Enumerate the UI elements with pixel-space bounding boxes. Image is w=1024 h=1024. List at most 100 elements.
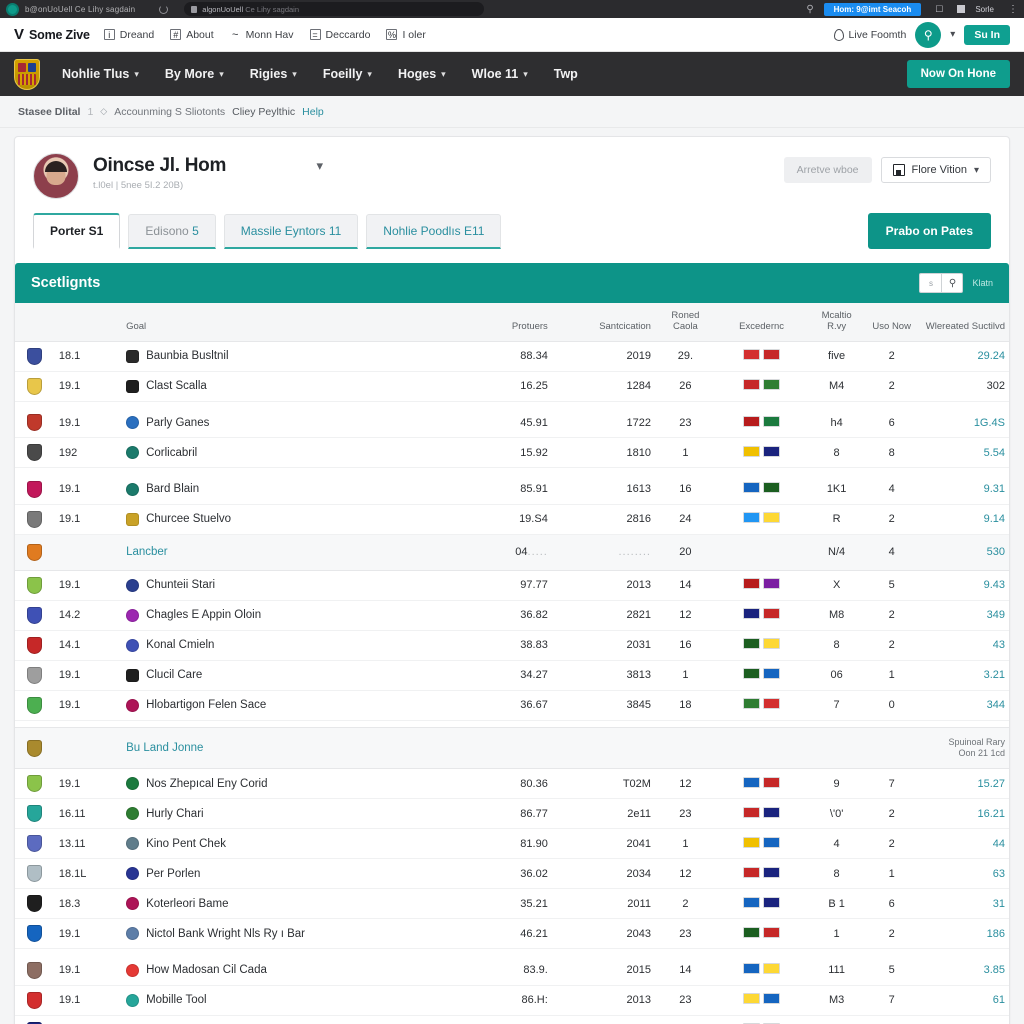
col-protuers[interactable]: Protuers xyxy=(455,303,552,342)
sign-in-button[interactable]: Su In xyxy=(964,24,1010,45)
now-on-hone-button[interactable]: Now On Hone xyxy=(906,60,1010,88)
table-row[interactable]: 19.1 Clast Scalla 16.25 1284 26 M4 2 302 xyxy=(15,371,1009,402)
chevron-down-icon[interactable]: ▾ xyxy=(317,158,324,174)
utility-link-dreand[interactable]: i Dreand xyxy=(103,29,154,41)
row-last-cell[interactable]: 15.27 xyxy=(917,768,1009,800)
row-last-cell[interactable]: 61 xyxy=(917,985,1009,1016)
breadcrumb-root[interactable]: Stasee Dlital xyxy=(18,106,80,118)
nav-item-twp[interactable]: Twp xyxy=(554,67,578,81)
row-last-cell[interactable]: 9.31 xyxy=(917,474,1009,505)
save-view-button[interactable]: Flore Vition ▾ xyxy=(880,157,991,183)
row-goal-cell[interactable]: Bard Blain xyxy=(104,474,456,505)
breadcrumb-help-link[interactable]: Help xyxy=(302,106,324,118)
nav-item-rigies[interactable]: Rigies ▾ xyxy=(250,67,297,81)
col-crest[interactable] xyxy=(15,303,55,342)
breadcrumb-leaf[interactable]: Cliey Peylthic xyxy=(232,106,295,118)
utility-link-monn-hav[interactable]: ~ Monn Hav xyxy=(230,29,294,41)
row-goal-cell[interactable]: Churcee Stuelvo xyxy=(104,504,456,535)
row-goal-cell[interactable]: Nos Zhepıcal Eny Corid xyxy=(104,768,456,800)
browser-tab-title[interactable]: b@onUoUell Ce Lihy sagdain xyxy=(25,5,135,14)
live-scores-link[interactable]: Live Foomth xyxy=(833,28,906,41)
table-row[interactable]: 18.1L Per Porlen 36.02 2034 12 8 1 63 xyxy=(15,858,1009,890)
section-link[interactable]: Klatn xyxy=(972,278,993,288)
chevron-down-icon[interactable]: ▾ xyxy=(950,29,955,40)
search-icon[interactable]: ⚲ xyxy=(806,4,813,15)
row-last-cell[interactable]: 302 xyxy=(917,371,1009,402)
search-icon[interactable]: ⚲ xyxy=(941,273,964,293)
row-goal-cell[interactable]: Parly Ganes xyxy=(104,408,456,439)
col-santcication[interactable]: Santcication xyxy=(551,303,655,342)
table-row[interactable]: 18.3 Koterleori Bame 35.21 2011 2 B 1 6 31 xyxy=(15,888,1009,920)
kebab-menu-icon[interactable]: ⋮ xyxy=(1008,4,1018,15)
row-last-cell[interactable]: 43 xyxy=(917,630,1009,661)
filter-input[interactable]: s xyxy=(919,273,942,293)
table-row[interactable]: 19.1 How Madosan Cil Cada 83.9. 2015 14 111 5 3… xyxy=(15,955,1009,986)
club-crest-icon[interactable] xyxy=(14,58,40,90)
table-row[interactable]: 19.1 Churcee Stuelvo 19.S4 2816 24 R 2 9.14 xyxy=(15,504,1009,535)
table-row[interactable]: 19.1 Mobille Tool 86.H: 2013 23 M3 7 61 xyxy=(15,985,1009,1016)
col-rank[interactable] xyxy=(54,303,105,342)
utility-link-about[interactable]: # About xyxy=(170,29,214,41)
row-last-cell[interactable]: 44 xyxy=(917,828,1009,860)
table-row[interactable]: 19.1 Parly Ganes 45.91 1722 23 h4 6 1G.4S xyxy=(15,408,1009,439)
table-row[interactable]: 14.2 Chagles E Appin Oloin 36.82 2821 12 M8 2 3… xyxy=(15,600,1009,631)
row-last-cell[interactable]: 5.54 xyxy=(917,437,1009,469)
row-goal-cell[interactable]: Chagles E Appin Oloin xyxy=(104,600,456,631)
search-icon[interactable]: ⚲ xyxy=(915,21,942,48)
row-last-cell[interactable]: 31 xyxy=(917,888,1009,920)
col-excedernc[interactable]: Excedernc xyxy=(715,303,808,342)
row-last-cell[interactable]: 84 xyxy=(917,1015,1009,1024)
row-goal-cell[interactable]: Hlobartigon Felen Sace xyxy=(104,690,456,721)
row-goal-cell[interactable]: Konal Cmieln xyxy=(104,630,456,661)
nav-item-wloe-11[interactable]: Wloe 11 ▾ xyxy=(472,67,528,81)
row-last-cell[interactable]: 29.24 xyxy=(917,341,1009,372)
table-row[interactable]: 16.11 Hurly Chari 86.77 2e11 23 \'0' 2 16.21 xyxy=(15,798,1009,830)
col-goal[interactable]: Goal xyxy=(104,303,456,342)
row-goal-cell[interactable]: Hurly Chari xyxy=(104,798,456,830)
nav-item-by-more[interactable]: By More ▾ xyxy=(165,67,224,81)
row-last-cell[interactable]: 63 xyxy=(917,858,1009,890)
site-logo[interactable]: V Some Zive xyxy=(14,27,90,42)
tab-porter[interactable]: Porter S1 xyxy=(33,213,121,249)
extensions-icon[interactable]: ☐ xyxy=(935,4,943,15)
group-label-cell[interactable]: Bu Land Jonne xyxy=(104,726,456,770)
omnibox-suggestion-highlight[interactable]: Hom: 9@imt Seacoh xyxy=(823,2,922,16)
table-row[interactable]: 19.1 Nictol Bank Wright Nls Ry ı Bar 46.21… xyxy=(15,918,1009,950)
table-row[interactable]: 19.1 Nos Zhepıcal Eny Corid 80.36 T02M 12 9 7 1… xyxy=(15,768,1009,800)
utility-link-ioler[interactable]: % I oler xyxy=(386,29,426,41)
row-goal-cell[interactable]: Mobille Tool xyxy=(104,985,456,1016)
nav-item-foeilly[interactable]: Foeilly ▾ xyxy=(323,67,372,81)
table-row[interactable]: 19.1 Hlobartigon Felen Sace 36.67 3845 18 7 0 3… xyxy=(15,690,1009,721)
nav-item-hoges[interactable]: Hoges ▾ xyxy=(398,67,446,81)
row-last-cell[interactable]: 1G.4S xyxy=(917,408,1009,439)
prabo-on-pates-button[interactable]: Prabo on Pates xyxy=(867,213,991,249)
row-goal-cell[interactable]: Kino Pent Chek xyxy=(104,828,456,860)
row-last-cell[interactable]: 3.21 xyxy=(917,660,1009,691)
row-last-cell[interactable]: 186 xyxy=(917,918,1009,950)
row-goal-cell[interactable]: Clast Scalla xyxy=(104,371,456,402)
reload-icon[interactable] xyxy=(159,4,169,14)
browser-profile-label[interactable]: Sorle xyxy=(975,5,994,14)
col-wlereated-suctilvd[interactable]: Wlereated Suctilvd xyxy=(917,303,1009,342)
table-row[interactable]: 18.1 Baunbia Busltnil 88.34 2019 29. five 2 29.… xyxy=(15,341,1009,372)
archive-button[interactable]: Arretve wboe xyxy=(783,157,872,183)
row-goal-cell[interactable]: Baunbia Busltnil xyxy=(104,341,456,372)
row-goal-cell[interactable]: Clucil Care xyxy=(104,660,456,691)
row-last-cell[interactable]: 3.85 xyxy=(917,955,1009,986)
row-goal-cell[interactable]: Chunteii Stari xyxy=(104,570,456,601)
utility-link-deccardo[interactable]: = Deccardo xyxy=(309,29,370,41)
row-last-cell[interactable]: 349 xyxy=(917,600,1009,631)
row-last-cell[interactable]: 16.21 xyxy=(917,798,1009,830)
table-row[interactable]: 19.1 Clucil Care 34.27 3813 1 06 1 3.21 xyxy=(15,660,1009,691)
table-group-row[interactable]: Bu Land Jonne Spuinoal Rary Oon 21 1cd xyxy=(15,726,1009,770)
table-row[interactable]: 19.1 Bard Blain 85.91 1613 16 1K1 4 9.31 xyxy=(15,474,1009,505)
row-goal-cell[interactable]: Per Porlen xyxy=(104,858,456,890)
breadcrumb-middle[interactable]: Accounming S Sliotonts xyxy=(114,106,225,118)
table-row[interactable]: 192 Corlicabril 15.92 1810 1 8 8 5.54 xyxy=(15,437,1009,469)
row-goal-cell[interactable]: How Madosan Cil Cada xyxy=(104,955,456,986)
table-group-row[interactable]: Lancber 04............. 20 N/4 4 530 xyxy=(15,533,1009,571)
nav-item-nohlie-tlus[interactable]: Nohlie Tlus ▾ xyxy=(62,67,139,81)
row-last-cell[interactable]: 344 xyxy=(917,690,1009,721)
row-goal-cell[interactable]: Koterleori Bame xyxy=(104,888,456,920)
col-uso-now[interactable]: Uso Now xyxy=(865,303,918,342)
